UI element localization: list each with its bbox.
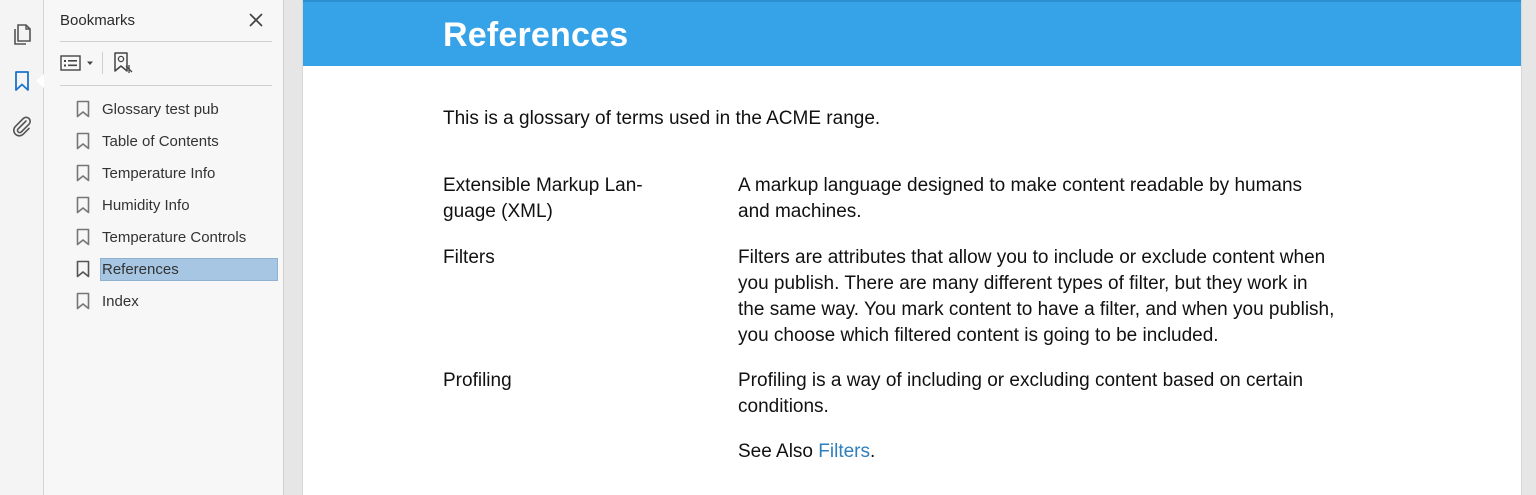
glossary-term: Extensible Markup Lan- guage (XML) [443,173,683,225]
caret-down-icon [87,61,93,65]
bookmark-label: Glossary test pub [102,100,219,118]
bookmark-icon [76,164,90,182]
see-also-line: See Also Filters. [738,439,1398,465]
bookmark-item[interactable]: Humidity Info [76,191,278,219]
bookmark-label: References [100,257,278,281]
definition-line: you publish. There are many different ty… [738,273,1308,294]
bookmark-icon [76,292,90,310]
bookmark-icon [76,100,90,118]
bookmark-label: Temperature Controls [102,228,247,246]
paperclip-icon [13,116,31,137]
glossary-term: Filters [443,247,495,268]
pages-tool-button[interactable] [8,20,36,48]
bookmark-label: Table of Contents [102,132,219,150]
close-icon [249,13,263,27]
new-bookmark-button[interactable] [112,50,134,76]
glossary-definition: Profiling is a way of including or exclu… [738,368,1398,465]
bookmarks-panel: Bookmarks Glossary test pub Table of Con… [44,0,284,495]
bookmark-icon [76,132,90,150]
see-also-suffix: . [870,441,876,462]
bookmark-item[interactable]: Table of Contents [76,127,278,155]
see-also-prefix: See Also [738,441,819,462]
page-title: References [443,16,629,54]
toolbar-divider [60,85,272,86]
toolbar-separator [102,52,103,74]
attachments-tool-button[interactable] [8,112,36,140]
glossary-definition: A markup language designed to make conte… [738,173,1398,225]
active-tool-indicator [36,74,44,88]
bookmark-item[interactable]: Index [76,287,278,315]
bookmark-item[interactable]: Glossary test pub [76,95,278,123]
bookmark-label: Index [102,292,139,310]
glossary-term: Profiling [443,370,512,391]
bookmark-label: Temperature Info [102,164,216,182]
glossary-definition: Filters are attributes that allow you to… [738,245,1398,349]
see-also-link-filters[interactable]: Filters [818,441,870,462]
panel-divider [60,41,272,42]
bookmarks-tool-button[interactable] [8,67,36,95]
pages-icon [14,24,31,45]
term-line: guage (XML) [443,201,553,222]
bookmark-label: Humidity Info [102,196,190,214]
definition-line: you choose which filtered content is goi… [738,325,1219,346]
bookmark-icon [76,196,90,214]
definition-line: Filters are attributes that allow you to… [738,247,1326,268]
definition-line: conditions. [738,396,829,417]
bookmark-options-button[interactable] [60,50,95,76]
tool-strip [0,0,44,495]
definition-line: Profiling is a way of including or exclu… [738,370,1304,391]
bookmark-item-selected[interactable]: References [76,255,278,283]
definition-line: the same way. You mark content to have a… [738,299,1335,320]
panel-title: Bookmarks [60,12,136,29]
definition-line: and machines. [738,201,862,222]
document-viewport[interactable]: References This is a glossary of terms u… [285,0,1536,495]
definition-line: A markup language designed to make conte… [738,175,1303,196]
page-header-banner: References [303,0,1521,66]
bookmark-icon [15,71,29,91]
bookmark-icon [76,228,90,246]
bookmark-icon [76,260,90,278]
list-options-icon [60,55,81,71]
bookmark-item[interactable]: Temperature Controls [76,223,278,251]
intro-paragraph: This is a glossary of terms used in the … [443,108,881,129]
term-line: Extensible Markup Lan- [443,175,643,196]
document-page: References This is a glossary of terms u… [302,0,1522,495]
close-panel-button[interactable] [246,10,266,30]
bookmark-item[interactable]: Temperature Info [76,159,278,187]
new-bookmark-icon [114,52,133,73]
